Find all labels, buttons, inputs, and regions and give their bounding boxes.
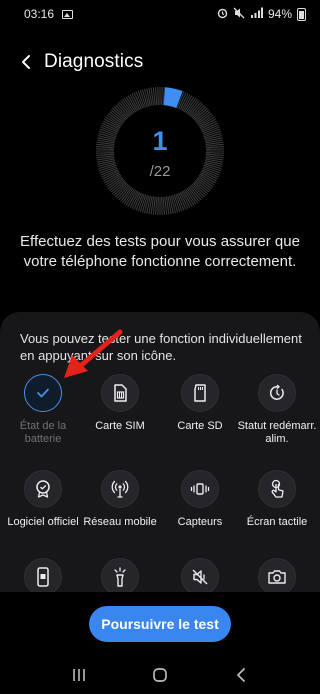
- ring-tick: [161, 196, 163, 215]
- certificate-icon: [36, 480, 50, 498]
- test-tile-camera[interactable]: [237, 558, 317, 592]
- test-tile-mobile-network[interactable]: Réseau mobile: [80, 470, 160, 529]
- progress-arc: [163, 87, 183, 109]
- battery-level: 94%: [267, 7, 292, 21]
- tile-label: Carte SD: [177, 420, 223, 432]
- app-header: Diagnostics: [0, 44, 320, 80]
- tile-label: Écran tactile: [246, 516, 308, 528]
- tile-icon-container: [24, 374, 62, 412]
- home-button[interactable]: [145, 664, 175, 686]
- tests-completed-count: 1: [152, 126, 168, 156]
- test-tile-mute[interactable]: [160, 558, 240, 592]
- tile-icon-container: [258, 374, 296, 412]
- footer: Poursuivre le test: [0, 592, 320, 694]
- chevron-left-icon: [22, 55, 30, 69]
- ring-tick: [162, 196, 166, 215]
- recent-apps-icon: [72, 669, 85, 681]
- tile-icon-container: [24, 470, 62, 508]
- tile-icon-container: [181, 374, 219, 412]
- mute-icon: [192, 569, 208, 585]
- ring-tick: [161, 87, 163, 106]
- tile-icon-container: [181, 558, 219, 592]
- tile-label: Capteurs: [177, 516, 223, 528]
- tile-icon-container: [258, 470, 296, 508]
- red-arrow-annotation: [64, 329, 123, 378]
- test-tile-official-software[interactable]: Logiciel officiel: [3, 470, 83, 529]
- cell-tower-icon: [111, 480, 129, 498]
- tile-label: Carte SIM: [95, 420, 145, 432]
- ring-tick: [157, 196, 159, 215]
- tests-sheet: Vous pouvez tester une fonction individu…: [0, 312, 320, 592]
- ring-tick: [154, 87, 158, 106]
- tile-icon-container: [101, 470, 139, 508]
- status-time: 03:16: [24, 7, 55, 21]
- restart-icon: [269, 384, 284, 400]
- navigation-bar: [0, 662, 320, 688]
- status-bar: 03:16 94%: [0, 0, 320, 28]
- test-tile-touchscreen[interactable]: Écran tactile: [237, 470, 317, 529]
- checkmark-icon: [37, 388, 49, 398]
- back-arrow-icon: [237, 668, 246, 682]
- tile-icon-container: [258, 558, 296, 592]
- home-icon: [153, 668, 167, 682]
- progress-ring: 1 /22: [95, 86, 225, 216]
- tile-label: Logiciel officiel: [7, 516, 79, 528]
- signal-icon: [250, 7, 263, 21]
- test-tile-sd[interactable]: Carte SD: [160, 374, 240, 433]
- tile-icon-container: [24, 558, 62, 592]
- test-tile-battery[interactable]: État de la batterie: [3, 374, 83, 446]
- recent-apps-button[interactable]: [64, 664, 94, 686]
- tile-label: Réseau mobile: [83, 516, 157, 528]
- sim-card-icon: [114, 384, 127, 402]
- image-notification-icon: [62, 9, 74, 19]
- ring-tick: [157, 87, 159, 106]
- test-tile-sensors[interactable]: Capteurs: [160, 470, 240, 529]
- test-tile-flashlight[interactable]: [80, 558, 160, 592]
- phone-icon: [37, 567, 49, 587]
- page-title: Diagnostics: [44, 51, 144, 72]
- ring-tick: [154, 196, 158, 215]
- tile-icon-container: [181, 470, 219, 508]
- touch-icon: [271, 479, 284, 498]
- sd-card-icon: [194, 384, 206, 402]
- test-tile-sim[interactable]: Carte SIM: [80, 374, 160, 433]
- back-nav-button[interactable]: [226, 664, 256, 686]
- mute-icon: [233, 7, 245, 22]
- camera-icon: [268, 570, 286, 584]
- battery-icon: [297, 7, 306, 21]
- tile-label: État de la batterie: [19, 420, 67, 445]
- sensors-icon: [190, 483, 210, 495]
- alarm-icon: [217, 7, 228, 22]
- test-tile-phone[interactable]: [3, 558, 83, 592]
- back-button[interactable]: [8, 44, 44, 80]
- description-text: Effectuez des tests pour vous assurer qu…: [20, 233, 300, 270]
- test-tile-restart[interactable]: Statut redémarr. alim.: [237, 374, 317, 446]
- tile-label: Statut redémarr. alim.: [237, 420, 317, 445]
- flashlight-icon: [114, 567, 126, 587]
- tests-total: /22: [149, 163, 171, 180]
- continue-test-button[interactable]: Poursuivre le test: [89, 606, 231, 642]
- tile-icon-container: [101, 558, 139, 592]
